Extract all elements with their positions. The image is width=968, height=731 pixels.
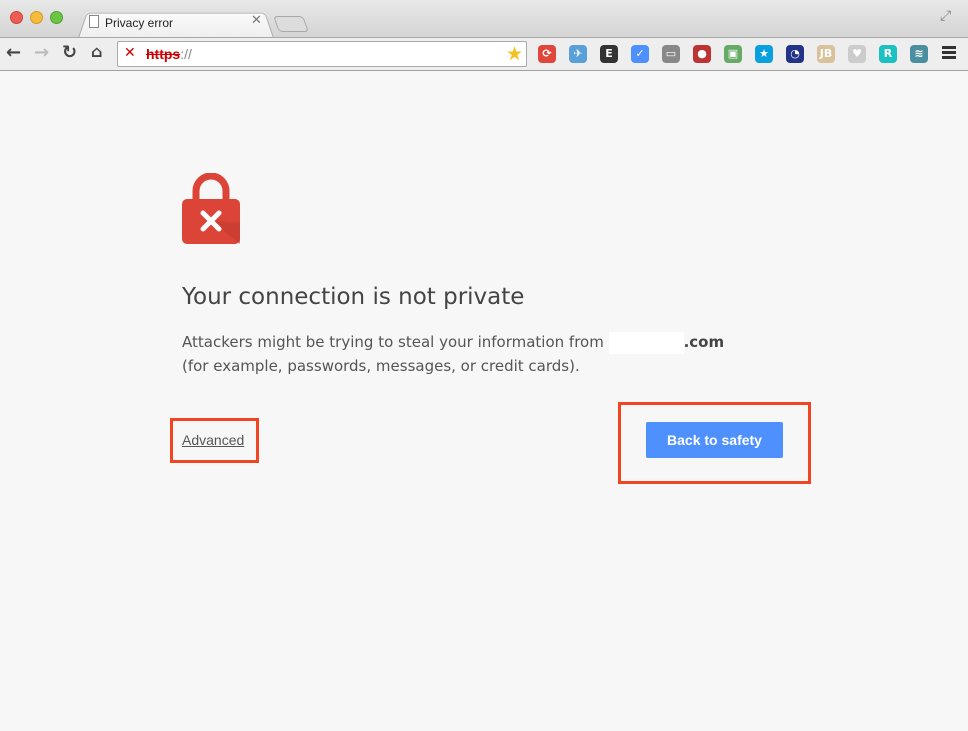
menu-icon[interactable] [942, 46, 956, 61]
tab-strip: Privacy error ✕ ⤢ [0, 0, 968, 38]
page-title: Your connection is not private [182, 284, 525, 310]
highlight-box-back [618, 402, 811, 484]
tab-title: Privacy error [105, 16, 174, 30]
bird-icon[interactable]: ✈ [569, 45, 587, 63]
close-window-button[interactable] [10, 11, 23, 24]
page-icon [89, 15, 99, 28]
bookmark-star-icon[interactable]: ★ [506, 43, 523, 65]
url-text: https:// [146, 46, 192, 62]
toolbar: ← → ↻ ⌂ ✕ https:// ★ ⟳ ✈ E ✓ ▭ ● ▣ ★ ◔ JB ♥ R ≋ [0, 37, 968, 71]
gauge-red-icon[interactable]: ● [693, 45, 711, 63]
address-bar[interactable]: ✕ https:// ★ [117, 41, 527, 67]
monitor-icon[interactable]: ▣ [724, 45, 742, 63]
highlight-box-advanced [170, 418, 259, 463]
forward-icon[interactable]: → [34, 42, 49, 63]
minimize-window-button[interactable] [30, 11, 43, 24]
tab-close-icon[interactable]: ✕ [251, 13, 262, 28]
home-icon[interactable]: ⌂ [91, 42, 102, 61]
redacted-domain [608, 331, 684, 354]
sync-icon[interactable]: ⟳ [538, 45, 556, 63]
speedometer-icon[interactable]: ◔ [786, 45, 804, 63]
heart-card-icon[interactable]: ♥ [848, 45, 866, 63]
evernote-icon[interactable]: E [600, 45, 618, 63]
maximize-window-button[interactable] [50, 11, 63, 24]
r-icon[interactable]: R [879, 45, 897, 63]
lock-error-icon [182, 173, 240, 244]
new-tab-button[interactable] [273, 16, 309, 32]
insecure-lock-icon[interactable]: ✕ [124, 45, 136, 61]
fullscreen-icon[interactable]: ⤢ [940, 8, 951, 24]
reload-icon[interactable]: ↻ [62, 42, 77, 63]
jb-icon[interactable]: JB [817, 45, 835, 63]
star-circle-icon[interactable]: ★ [755, 45, 773, 63]
check-icon[interactable]: ✓ [631, 45, 649, 63]
error-description: Attackers might be trying to steal your … [182, 331, 725, 375]
wave-icon[interactable]: ≋ [910, 45, 928, 63]
page-content [0, 71, 968, 731]
cast-icon[interactable]: ▭ [662, 45, 680, 63]
back-icon[interactable]: ← [6, 42, 21, 63]
